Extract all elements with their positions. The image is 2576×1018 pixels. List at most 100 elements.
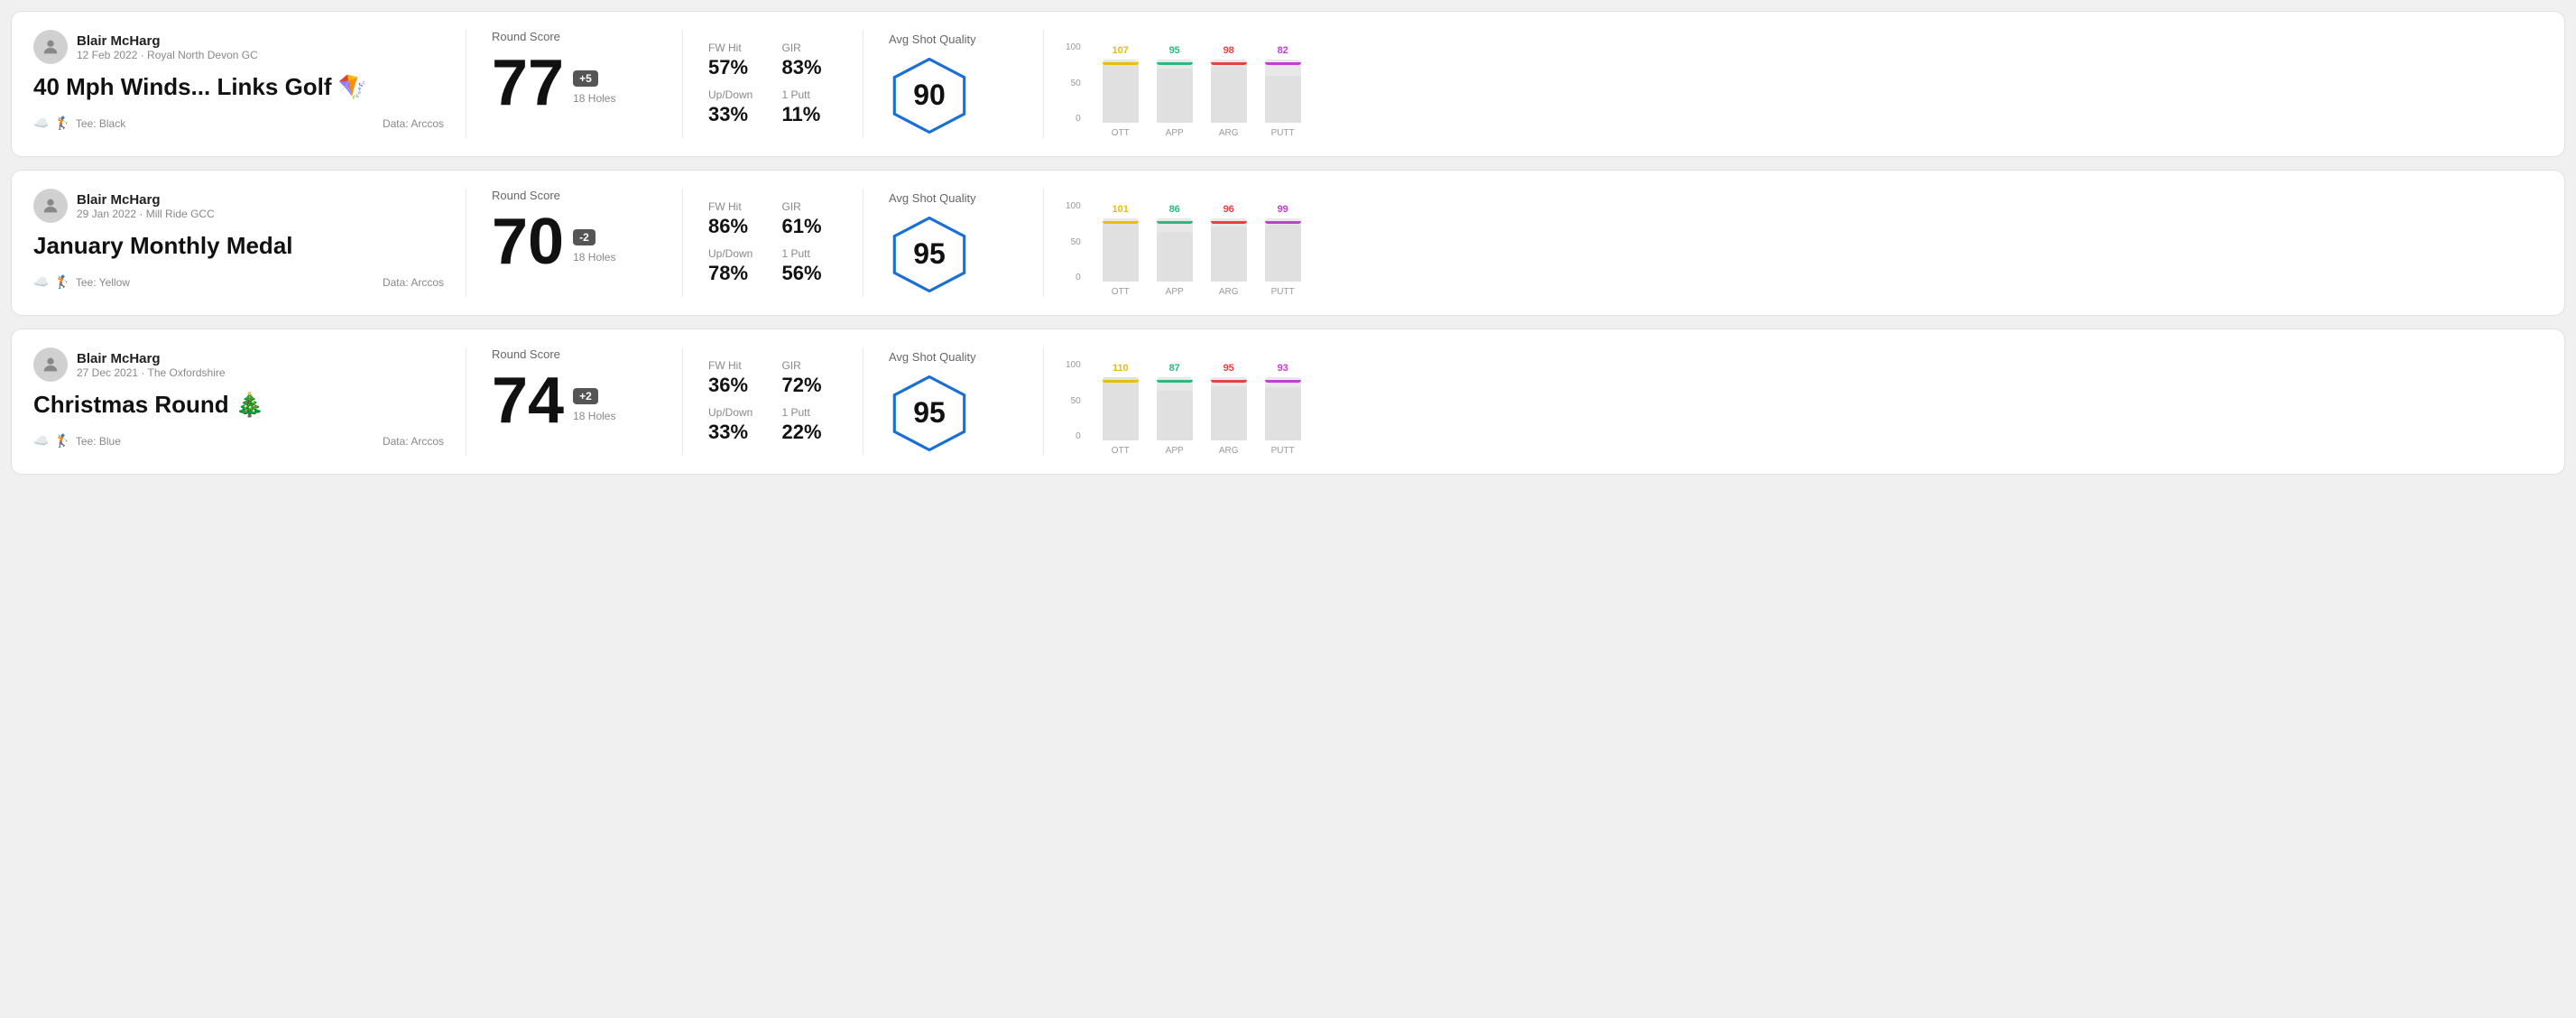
bar-indicator-line [1103, 221, 1139, 224]
bar-value-ott: 110 [1113, 363, 1129, 374]
avg-quality-label: Avg Shot Quality [889, 350, 976, 364]
round-title: 40 Mph Winds... Links Golf 🪁 [33, 73, 444, 101]
bar-fill-bg [1103, 377, 1139, 440]
tee-label: Tee: Black [76, 117, 125, 130]
round-left-section: Blair McHarg 27 Dec 2021 · The Oxfordshi… [33, 347, 466, 456]
hexagon-quality: 90 [889, 55, 970, 136]
stats-grid: FW Hit 57% GIR 83% Up/Down 33% 1 Putt 11… [708, 42, 837, 126]
bar-axis-label: APP [1166, 446, 1184, 456]
avatar [33, 347, 68, 382]
bar-track-arg [1211, 60, 1247, 123]
bar-value-arg: 98 [1223, 45, 1234, 56]
round-card-2: Blair McHarg 29 Jan 2022 · Mill Ride GCC… [11, 170, 2565, 316]
gir-value: 83% [782, 56, 838, 79]
one-putt-value: 22% [782, 421, 838, 444]
bar-axis-label: ARG [1219, 287, 1239, 297]
chart-section: 100 50 0 101 OTT 86 APP 96 [1044, 189, 2543, 297]
tee-label: Tee: Blue [76, 435, 121, 448]
bar-axis-label: PUTT [1271, 287, 1295, 297]
hexagon-quality: 95 [889, 214, 970, 295]
fw-hit-value: 86% [708, 215, 764, 238]
chart-section: 100 50 0 107 OTT 95 APP 98 [1044, 30, 2543, 138]
bar-indicator-line [1157, 380, 1193, 383]
one-putt-label: 1 Putt [782, 406, 838, 419]
score-row: 77 +5 18 Holes [492, 51, 657, 116]
bar-axis-label: ARG [1219, 128, 1239, 138]
avg-quality-label: Avg Shot Quality [889, 32, 976, 46]
weather-icon: ☁️ [33, 116, 49, 131]
one-putt-stat: 1 Putt 22% [782, 406, 838, 444]
bar-fill-bg [1211, 67, 1247, 123]
bar-indicator-line [1211, 62, 1247, 65]
weather-icon: ☁️ [33, 433, 49, 449]
bar-track-ott [1103, 377, 1139, 440]
bar-indicator-line [1157, 221, 1193, 224]
user-row: Blair McHarg 27 Dec 2021 · The Oxfordshi… [33, 347, 444, 382]
bar-fill-bg [1157, 232, 1193, 282]
bar-axis-label: PUTT [1271, 128, 1295, 138]
avatar [33, 30, 68, 64]
updown-stat: Up/Down 33% [708, 88, 764, 126]
data-source: Data: Arccos [383, 276, 444, 289]
bar-indicator-line [1265, 221, 1301, 224]
bar-fill-bg [1211, 386, 1247, 440]
bar-value-putt: 93 [1278, 363, 1288, 374]
one-putt-label: 1 Putt [782, 247, 838, 260]
bottom-row: ☁️ 🏌️ Tee: Black Data: Arccos [33, 116, 444, 131]
score-badge: +2 [573, 388, 598, 404]
chart-section: 100 50 0 110 OTT 87 APP 95 [1044, 347, 2543, 456]
gir-value: 61% [782, 215, 838, 238]
hex-score: 90 [913, 79, 946, 112]
bar-value-arg: 95 [1223, 363, 1234, 374]
hexagon-quality: 95 [889, 373, 970, 454]
updown-label: Up/Down [708, 247, 764, 260]
bar-track-app [1157, 60, 1193, 123]
bar-fill-bg [1157, 391, 1193, 440]
quality-section: Avg Shot Quality 95 [863, 189, 1044, 297]
bar-group-putt: 99 PUTT [1265, 204, 1301, 297]
bar-track-putt [1265, 377, 1301, 440]
score-section: Round Score 77 +5 18 Holes [466, 30, 683, 138]
user-info: Blair McHarg 29 Jan 2022 · Mill Ride GCC [77, 192, 215, 220]
bar-fill-bg [1103, 61, 1139, 123]
bar-indicator-line [1103, 380, 1139, 383]
stats-section: FW Hit 57% GIR 83% Up/Down 33% 1 Putt 11… [683, 30, 863, 138]
bar-fill-bg [1103, 224, 1139, 282]
updown-label: Up/Down [708, 406, 764, 419]
bar-group-putt: 93 PUTT [1265, 363, 1301, 456]
updown-stat: Up/Down 33% [708, 406, 764, 444]
updown-label: Up/Down [708, 88, 764, 101]
gir-stat: GIR 83% [782, 42, 838, 79]
score-badge: -2 [573, 229, 596, 245]
bar-chart: 100 50 0 110 OTT 87 APP 95 [1066, 347, 2528, 456]
bar-value-app: 86 [1169, 204, 1180, 215]
bottom-row: ☁️ 🏌️ Tee: Yellow Data: Arccos [33, 274, 444, 290]
golf-bag-icon: 🏌️ [54, 433, 69, 449]
updown-value: 33% [708, 103, 764, 126]
user-info: Blair McHarg 12 Feb 2022 · Royal North D… [77, 33, 258, 61]
quality-section: Avg Shot Quality 95 [863, 347, 1044, 456]
round-left-section: Blair McHarg 12 Feb 2022 · Royal North D… [33, 30, 466, 138]
bar-fill-bg [1211, 227, 1247, 282]
bar-group-ott: 101 OTT [1103, 204, 1139, 297]
bar-track-ott [1103, 60, 1139, 123]
hex-score: 95 [913, 237, 946, 271]
bar-indicator-line [1211, 221, 1247, 224]
user-row: Blair McHarg 29 Jan 2022 · Mill Ride GCC [33, 189, 444, 223]
gir-label: GIR [782, 42, 838, 54]
stats-section: FW Hit 36% GIR 72% Up/Down 33% 1 Putt 22… [683, 347, 863, 456]
y-axis: 100 50 0 [1066, 201, 1081, 282]
bar-indicator-line [1157, 62, 1193, 65]
gir-stat: GIR 61% [782, 200, 838, 238]
tee-info: ☁️ 🏌️ Tee: Yellow [33, 274, 130, 290]
data-source: Data: Arccos [383, 117, 444, 130]
weather-icon: ☁️ [33, 274, 49, 290]
bar-value-ott: 101 [1113, 204, 1129, 215]
bar-axis-label: OTT [1112, 128, 1130, 138]
round-score-label: Round Score [492, 30, 657, 43]
bar-group-ott: 110 OTT [1103, 363, 1139, 456]
tee-info: ☁️ 🏌️ Tee: Black [33, 116, 125, 131]
bottom-row: ☁️ 🏌️ Tee: Blue Data: Arccos [33, 433, 444, 449]
user-name: Blair McHarg [77, 351, 226, 366]
score-row: 70 -2 18 Holes [492, 209, 657, 274]
